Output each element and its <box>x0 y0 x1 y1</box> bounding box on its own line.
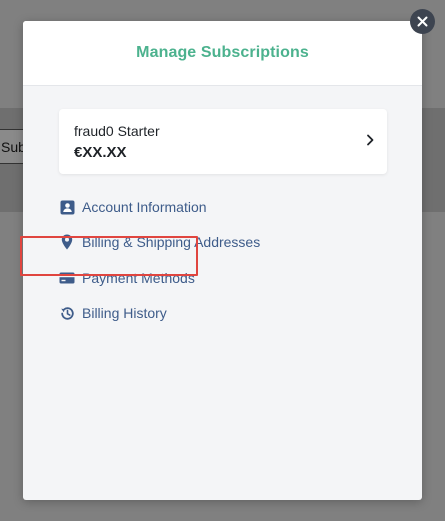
modal-header: Manage Subscriptions <box>23 21 422 86</box>
chevron-right-icon <box>367 134 374 146</box>
menu-item-billing-shipping-addresses[interactable]: Billing & Shipping Addresses <box>59 231 260 253</box>
menu-item-account-information[interactable]: Account Information <box>59 196 207 218</box>
page: Sub Manage Subscriptions fraud0 Starter … <box>0 0 445 521</box>
modal-title: Manage Subscriptions <box>136 44 309 61</box>
plan-name: fraud0 Starter <box>74 123 160 139</box>
menu-item-billing-history[interactable]: Billing History <box>59 302 167 324</box>
menu-item-payment-methods[interactable]: Payment Methods <box>59 267 195 289</box>
credit-card-icon <box>59 270 75 286</box>
close-icon <box>417 16 428 27</box>
manage-subscriptions-modal: Manage Subscriptions fraud0 Starter €XX.… <box>23 21 422 500</box>
menu-item-label: Billing History <box>82 305 167 321</box>
menu-item-label: Payment Methods <box>82 270 195 286</box>
plan-price: €XX.XX <box>74 144 127 161</box>
location-pin-icon <box>59 234 75 250</box>
contact-card-icon <box>59 199 75 215</box>
plan-card[interactable]: fraud0 Starter €XX.XX <box>59 109 387 174</box>
close-button[interactable] <box>410 9 435 34</box>
history-icon <box>59 305 75 321</box>
menu-item-label: Account Information <box>82 199 207 215</box>
menu-item-label: Billing & Shipping Addresses <box>82 234 261 250</box>
